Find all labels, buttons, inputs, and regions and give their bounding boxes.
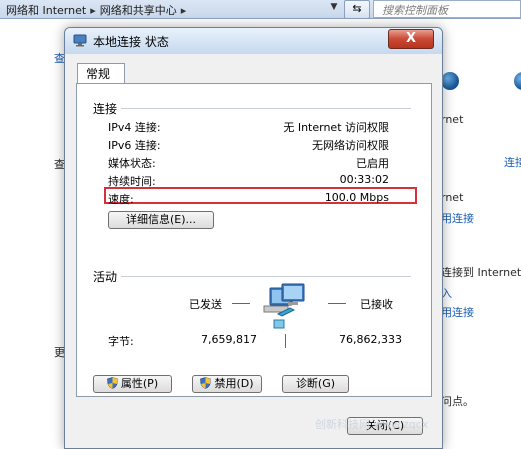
general-tab-panel: 连接 IPv4 连接: 无 Internet 访问权限 IPv6 连接: 无网络… [76,83,432,397]
local-connection-status-dialog: 本地连接 状态 X 常规 连接 IPv4 连接: 无 Internet 访问权限… [64,27,443,449]
dialog-title: 本地连接 状态 [93,35,169,49]
received-dash [328,303,346,304]
bytes-received-value: 76,862,333 [339,333,402,346]
bg-right-link[interactable]: 用连接 [441,304,474,320]
refresh-icon: ⇆ [352,2,362,15]
divider [121,108,411,109]
ipv4-label: IPv4 连接: [108,121,161,134]
activity-section-header: 活动 [93,270,118,284]
tab-general[interactable]: 常规 [77,63,125,84]
breadcrumb-separator-icon: ▸ [90,4,96,17]
search-input[interactable]: 搜索控制面板 [373,0,521,18]
connection-section-header: 连接 [93,102,118,116]
bg-right-text: 问点。 [441,395,474,408]
diagnose-button[interactable]: 诊断(G) [282,375,349,393]
network-activity-icon [263,283,305,329]
disable-button[interactable]: 禁用(D) [192,375,262,393]
watermark: 创新科技网 www.zqcx [315,418,429,431]
globe-icon [514,72,521,90]
speed-value: 100.0 Mbps [324,191,389,204]
bg-right-text: 连接到 Internet [441,266,521,279]
bytes-label: 字节: [108,335,134,348]
properties-button-label: 属性(P) [120,377,159,390]
breadcrumb-item[interactable]: 网络和 Internet [6,4,86,17]
media-state-label: 媒体状态: [108,157,156,170]
bg-right-text: rnet [441,191,464,204]
media-state-value: 已启用 [356,157,389,170]
bg-right-link[interactable]: 用连接 [441,210,474,226]
globe-icon [441,72,459,90]
bg-right-text: rnet [441,113,464,126]
refresh-button[interactable]: ⇆ [344,0,370,19]
breadcrumb[interactable]: 网络和 Internet ▸ 网络和共享中心 ▸ [6,2,190,18]
duration-label: 持续时间: [108,175,156,188]
explorer-address-bar: 网络和 Internet ▸ 网络和共享中心 ▸ ▼ ⇆ 搜索控制面板 [0,0,521,19]
bg-right-link[interactable]: 连接 [504,154,521,170]
search-placeholder: 搜索控制面板 [382,4,448,17]
divider [121,276,411,277]
activity-divider [285,334,286,348]
uac-shield-icon [107,377,118,389]
properties-button[interactable]: 属性(P) [93,375,172,393]
ipv4-value: 无 Internet 访问权限 [283,121,389,134]
details-button[interactable]: 详细信息(E)... [108,211,214,229]
address-dropdown-icon[interactable]: ▼ [327,2,341,15]
duration-value: 00:33:02 [339,173,389,186]
ipv6-value: 无网络访问权限 [312,139,389,152]
speed-label: 速度: [108,193,134,206]
bytes-sent-value: 7,659,817 [201,333,257,346]
network-icon [73,34,87,47]
sent-label: 已发送 [189,298,222,311]
breadcrumb-item[interactable]: 网络和共享中心 [100,4,177,17]
disable-button-label: 禁用(D) [214,377,254,390]
close-icon[interactable]: X [388,29,434,49]
sent-dash [232,303,250,304]
dialog-titlebar[interactable]: 本地连接 状态 X [65,28,442,54]
breadcrumb-separator-icon: ▸ [180,4,187,17]
ipv6-label: IPv6 连接: [108,139,161,152]
uac-shield-icon [200,377,212,389]
received-label: 已接收 [360,298,393,311]
